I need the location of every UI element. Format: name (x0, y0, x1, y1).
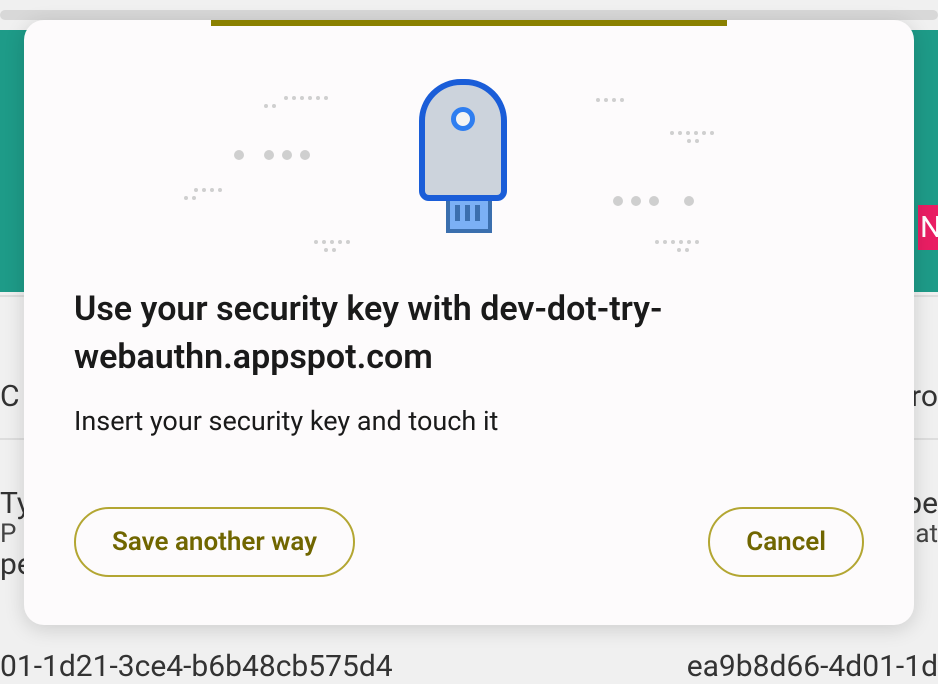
decorative-dots (684, 196, 694, 206)
decorative-dotted-line (184, 196, 196, 200)
decorative-dots (613, 196, 659, 206)
dialog-content: Use your security key with dev-dot-try-w… (24, 276, 914, 625)
bg-text-fragment: at (915, 519, 938, 549)
decorative-dotted-line (670, 131, 714, 135)
decorative-dotted-line (194, 188, 222, 192)
bg-text-fragment: ea9b8d66-4d01-1d (687, 649, 938, 684)
save-another-way-button[interactable]: Save another way (74, 507, 355, 577)
bg-top-bar (0, 10, 938, 20)
bg-pink-badge: N (918, 205, 938, 250)
dialog-illustration (24, 26, 914, 276)
decorative-dotted-line (284, 96, 328, 100)
security-key-icon (419, 79, 519, 249)
decorative-dots (264, 150, 310, 160)
dialog-subtitle: Insert your security key and touch it (74, 405, 864, 437)
key-hole (451, 107, 475, 131)
bg-text-fragment: ro (911, 379, 938, 414)
bg-text-fragment: P (0, 519, 16, 549)
bg-text-fragment: 01-1d21-3ce4-b6b48cb575d4 (0, 649, 393, 684)
dialog-title: Use your security key with dev-dot-try-w… (74, 286, 864, 381)
decorative-dotted-line (655, 240, 699, 244)
decorative-dotted-line (324, 248, 336, 252)
decorative-dotted-line (264, 104, 276, 108)
bg-text-fragment: C (0, 379, 20, 414)
key-body (419, 79, 507, 201)
decorative-dotted-line (687, 139, 699, 143)
decorative-dots (234, 150, 244, 160)
key-usb-connector (446, 201, 492, 233)
decorative-dotted-line (314, 240, 350, 244)
dialog-button-row: Save another way Cancel (74, 507, 864, 577)
decorative-dotted-line (596, 98, 624, 102)
decorative-dotted-line (677, 248, 689, 252)
security-key-dialog: Use your security key with dev-dot-try-w… (24, 20, 914, 625)
cancel-button[interactable]: Cancel (708, 507, 864, 577)
